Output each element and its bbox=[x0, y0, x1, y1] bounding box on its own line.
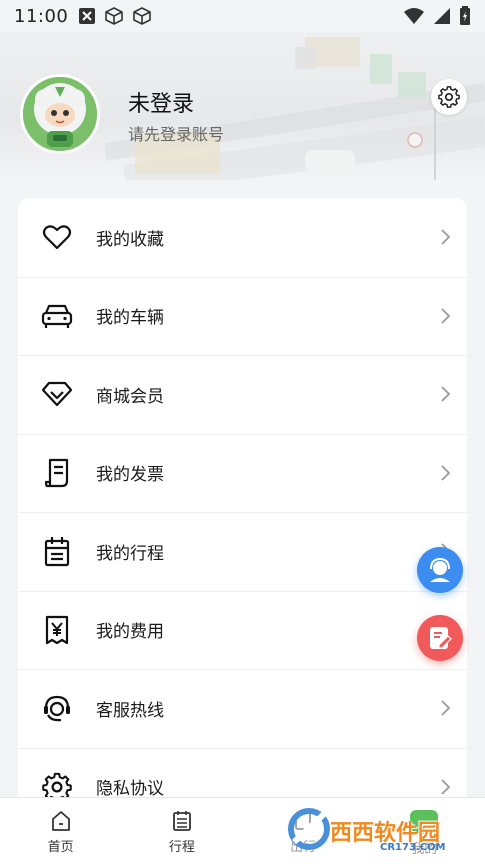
watermark-sub: CR173.COM bbox=[380, 842, 446, 853]
menu-item-membership[interactable]: 商城会员 bbox=[18, 355, 467, 434]
menu-item-label: 我的发票 bbox=[96, 465, 164, 486]
chevron-right-icon bbox=[441, 700, 451, 716]
note-edit-icon bbox=[430, 627, 452, 649]
menu-item-expenses[interactable]: 我的费用 bbox=[18, 590, 467, 670]
close-box-icon bbox=[79, 8, 96, 24]
calendar-icon bbox=[40, 534, 74, 568]
login-prompt[interactable]: 请先登录账号 bbox=[128, 121, 224, 145]
menu-item-label: 我的行程 bbox=[96, 543, 164, 564]
car-icon bbox=[40, 299, 74, 333]
status-left-icons bbox=[78, 6, 152, 26]
tab-home[interactable]: 首页 bbox=[0, 798, 121, 864]
menu-item-label: 商城会员 bbox=[96, 386, 164, 407]
mascot-avatar-icon bbox=[23, 77, 97, 151]
home-icon bbox=[51, 811, 70, 831]
login-status-title[interactable]: 未登录 bbox=[128, 86, 194, 118]
avatar[interactable] bbox=[20, 74, 100, 154]
menu-item-invoices[interactable]: 我的发票 bbox=[18, 433, 467, 513]
signal-icon bbox=[434, 8, 450, 24]
chevron-right-icon bbox=[441, 779, 451, 795]
menu-item-favorites[interactable]: 我的收藏 bbox=[18, 198, 467, 277]
tab-trips[interactable]: 行程 bbox=[121, 798, 242, 864]
status-time: 11:00 bbox=[14, 5, 69, 27]
menu-card: 我的收藏 我的车辆 商城会员 我的发票 我的行程 我的费用 客服热线 隐私协议 bbox=[18, 198, 467, 808]
settings-button[interactable] bbox=[431, 79, 467, 115]
chevron-right-icon bbox=[441, 229, 451, 245]
battery-icon bbox=[460, 6, 470, 25]
tab-label: 首页 bbox=[47, 840, 74, 855]
watermark-mark-icon bbox=[288, 808, 330, 850]
gear-icon bbox=[438, 86, 460, 108]
menu-item-label: 我的收藏 bbox=[96, 229, 164, 250]
status-bar: 11:00 bbox=[0, 0, 485, 32]
watermark-logo: 西西软件园 CR173.COM bbox=[282, 800, 482, 862]
heart-icon bbox=[40, 220, 74, 254]
headset-icon bbox=[40, 691, 74, 725]
status-right-icons bbox=[403, 6, 471, 26]
list-icon bbox=[172, 811, 191, 831]
chevron-right-icon bbox=[441, 465, 451, 481]
wifi-icon bbox=[404, 8, 424, 24]
agent-icon bbox=[430, 557, 450, 582]
menu-item-label: 隐私协议 bbox=[96, 779, 164, 800]
invoice-icon bbox=[40, 456, 74, 490]
cube-icon bbox=[133, 7, 152, 25]
profile-header: 未登录 请先登录账号 bbox=[0, 32, 485, 180]
menu-item-label: 我的车辆 bbox=[96, 308, 164, 329]
cube-icon bbox=[105, 7, 124, 25]
chevron-right-icon bbox=[441, 308, 451, 324]
menu-item-hotline[interactable]: 客服热线 bbox=[18, 669, 467, 748]
menu-item-vehicles[interactable]: 我的车辆 bbox=[18, 276, 467, 356]
receipt-yen-icon bbox=[40, 613, 74, 647]
menu-item-label: 客服热线 bbox=[96, 700, 164, 721]
customer-service-button[interactable] bbox=[417, 547, 463, 593]
feedback-button[interactable] bbox=[417, 615, 463, 661]
tab-label: 行程 bbox=[168, 840, 195, 855]
menu-item-label: 我的费用 bbox=[96, 622, 164, 643]
diamond-icon bbox=[40, 377, 74, 411]
menu-item-trips[interactable]: 我的行程 bbox=[18, 512, 467, 591]
chevron-right-icon bbox=[441, 386, 451, 402]
